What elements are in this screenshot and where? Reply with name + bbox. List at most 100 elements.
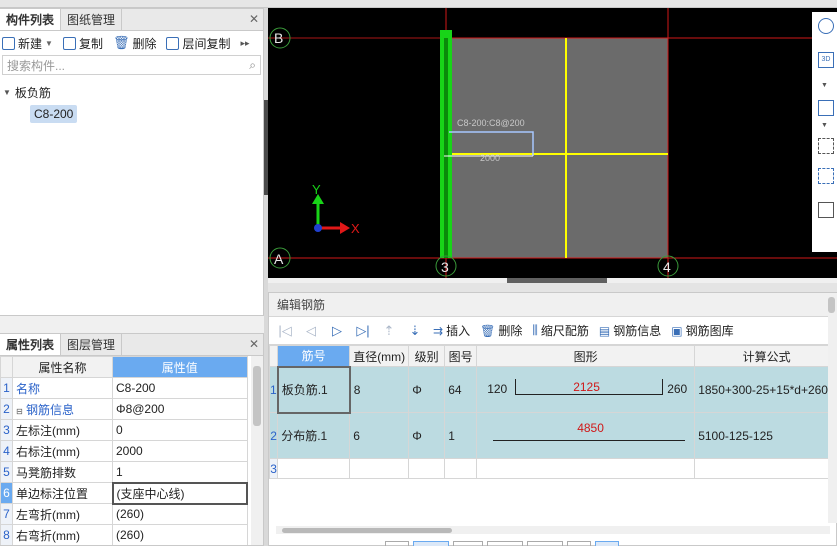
property-row[interactable]: 1 名称 C8-200: [0, 377, 248, 399]
floor-copy-button[interactable]: 层间复制: [166, 35, 231, 52]
scrollbar-thumb[interactable]: [253, 366, 261, 426]
formula-header: 计算公式: [694, 345, 837, 367]
status-button[interactable]: [487, 541, 523, 546]
rebar-info-button[interactable]: ▤ 钢筋信息: [599, 322, 661, 339]
row-number: 8: [0, 524, 13, 545]
view-3d-icon[interactable]: 3D: [818, 52, 834, 68]
prev-record-icon[interactable]: ◁: [303, 323, 319, 339]
diameter-cell[interactable]: 8: [349, 366, 410, 413]
scrollbar-thumb[interactable]: [828, 297, 835, 313]
property-value-selected[interactable]: (支座中心线): [111, 481, 248, 505]
property-row[interactable]: 8 右弯折(mm) (260): [0, 524, 248, 545]
drawing-svg[interactable]: C8-200:C8@200 2000 B A 3 4 Y X: [268, 8, 837, 278]
formula-cell[interactable]: [694, 458, 837, 479]
status-button[interactable]: [453, 541, 483, 546]
scale-rebar-button[interactable]: ⫼ 缩尺配筋: [532, 322, 589, 339]
status-button[interactable]: [385, 541, 409, 546]
tab-layer-management[interactable]: 图层管理: [61, 334, 123, 355]
status-button[interactable]: [527, 541, 563, 546]
delete-button[interactable]: 🗑 删除: [113, 35, 157, 52]
copy-button[interactable]: 复制: [62, 35, 103, 52]
list-settings-icon[interactable]: [818, 202, 834, 218]
first-record-icon[interactable]: |◁: [277, 323, 293, 339]
horizontal-splitter[interactable]: [268, 283, 837, 292]
chevron-down-icon[interactable]: ▼: [821, 82, 828, 89]
last-record-icon[interactable]: ▷|: [355, 323, 371, 339]
collapse-icon[interactable]: ▼: [3, 88, 11, 97]
shape-cell[interactable]: 120 2125 260: [476, 366, 696, 413]
status-button[interactable]: [595, 541, 619, 546]
shape-length: 4850: [577, 421, 604, 435]
tree-item-label[interactable]: C8-200: [30, 105, 78, 123]
cube-icon[interactable]: [818, 100, 834, 116]
axis-label-b: B: [274, 30, 283, 46]
property-row[interactable]: 5 马凳筋排数 1: [0, 461, 248, 483]
diameter-cell[interactable]: 6: [349, 412, 410, 459]
select-cube-icon[interactable]: [818, 168, 834, 184]
grade-cell[interactable]: Φ: [408, 412, 446, 459]
close-icon[interactable]: ✕: [249, 337, 259, 351]
expand-icon[interactable]: ⊟: [16, 407, 23, 416]
chevron-down-icon[interactable]: ▼: [821, 122, 828, 129]
property-row[interactable]: 7 左弯折(mm) (260): [0, 503, 248, 525]
search-input[interactable]: 搜索构件... ⌕: [2, 55, 261, 75]
diameter-cell[interactable]: [349, 458, 410, 479]
property-row[interactable]: 2 ⊟ 钢筋信息 Φ8@200: [0, 398, 248, 420]
figure-no-cell[interactable]: 64: [444, 366, 478, 413]
more-icon[interactable]: ▸▸: [241, 38, 250, 49]
select-box-icon[interactable]: [818, 138, 834, 154]
drawing-canvas[interactable]: C8-200:C8@200 2000 B A 3 4 Y X 3D ▼ ▼: [268, 8, 837, 278]
shape-drawing: [493, 440, 686, 441]
property-value[interactable]: C8-200: [112, 377, 248, 399]
tab-component-list[interactable]: 构件列表: [0, 9, 62, 30]
property-row[interactable]: 3 左标注(mm) 0: [0, 419, 248, 441]
table-row[interactable]: 3: [268, 458, 837, 479]
property-value[interactable]: 2000: [112, 440, 248, 462]
properties-table: 属性名称 属性值 1 名称 C8-200 2 ⊟ 钢筋信息 Φ8@200 3 左…: [0, 356, 248, 545]
bar-name-cell[interactable]: [277, 458, 351, 479]
property-row[interactable]: 4 右标注(mm) 2000: [0, 440, 248, 462]
search-icon[interactable]: ⌕: [249, 58, 256, 73]
row-number: 7: [0, 503, 13, 525]
property-value[interactable]: 0: [112, 419, 248, 441]
rebar-library-button[interactable]: ▣ 钢筋图库: [671, 322, 733, 339]
editor-vertical-scrollbar[interactable]: [828, 293, 837, 523]
insert-button[interactable]: ⇉ 插入: [433, 322, 470, 339]
formula-cell[interactable]: 1850+300-25+15*d+260: [694, 366, 837, 413]
tree-item[interactable]: C8-200: [0, 103, 263, 125]
formula-cell[interactable]: 5100-125-125: [694, 412, 837, 459]
chevron-down-icon[interactable]: ▼: [45, 39, 53, 48]
property-row[interactable]: 6 单边标注位置 (支座中心线): [0, 481, 248, 505]
tree-group[interactable]: ▼ 板负筋: [0, 81, 263, 103]
figure-no-cell[interactable]: 1: [444, 412, 478, 459]
tab-drawing-management[interactable]: 图纸管理: [61, 9, 123, 30]
floor-copy-icon: [166, 36, 180, 50]
status-button[interactable]: [567, 541, 591, 546]
next-record-icon[interactable]: ▷: [329, 323, 345, 339]
bar-name-cell[interactable]: 分布筋.1: [277, 412, 351, 459]
property-value[interactable]: (260): [112, 503, 248, 525]
property-value[interactable]: Φ8@200: [112, 398, 248, 420]
grade-cell[interactable]: Φ: [408, 366, 446, 413]
shape-cell[interactable]: 4850: [476, 412, 696, 459]
orbit-icon[interactable]: [818, 18, 834, 34]
delete-row-button[interactable]: 🗑 删除: [480, 322, 522, 339]
scrollbar-thumb[interactable]: [282, 528, 452, 533]
edit-rebar-panel: 编辑钢筋 |◁ ◁ ▷ ▷| ⇡ ⇣ ⇉ 插入 🗑 删除 ⫼ 缩尺配筋 ▤ 钢筋信息 ▣…: [268, 292, 837, 546]
table-row[interactable]: 1 板负筋.1 8 Φ 64 120 2125 260 1850+300-25+…: [268, 365, 837, 414]
property-value[interactable]: (260): [112, 524, 248, 545]
grade-cell[interactable]: [408, 458, 446, 479]
figure-no-cell[interactable]: [444, 458, 478, 479]
slab-area[interactable]: [448, 37, 669, 259]
status-button[interactable]: [413, 541, 449, 546]
move-up-icon[interactable]: ⇡: [381, 323, 397, 339]
table-row[interactable]: 2 分布筋.1 6 Φ 1 4850 5100-125-125: [268, 412, 837, 459]
tab-property-list[interactable]: 属性列表: [0, 334, 62, 355]
bar-name-cell[interactable]: 板负筋.1: [276, 365, 351, 414]
property-value[interactable]: 1: [112, 461, 248, 483]
shape-cell[interactable]: [476, 458, 696, 479]
move-down-icon[interactable]: ⇣: [407, 323, 423, 339]
close-icon[interactable]: ✕: [249, 12, 259, 26]
vertical-scrollbar[interactable]: [251, 356, 263, 545]
new-button[interactable]: 新建 ▼: [2, 35, 53, 52]
